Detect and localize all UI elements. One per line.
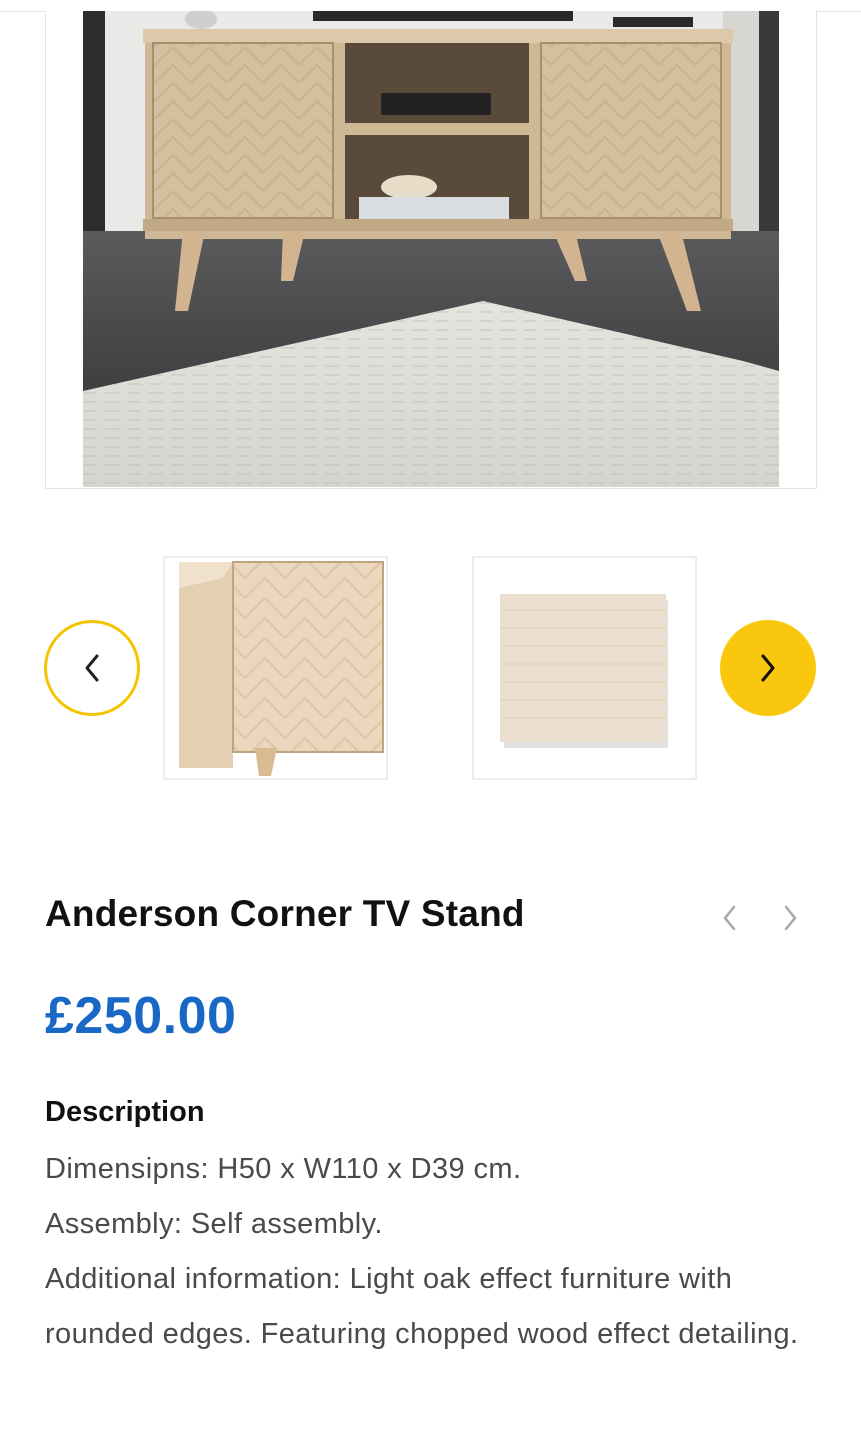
main-product-image[interactable] — [45, 11, 817, 489]
chevron-left-icon — [85, 654, 99, 682]
description-additional-info: Additional information: Light oak effect… — [45, 1263, 799, 1350]
product-title: Anderson Corner TV Stand — [45, 893, 525, 934]
chevron-right-icon — [761, 654, 775, 682]
product-price: £250.00 — [45, 987, 237, 1045]
cabinet-door-image — [165, 558, 386, 778]
description-dimensions: Dimensipns: H50 x W110 x D39 cm. — [45, 1153, 522, 1185]
description-assembly: Assembly: Self assembly. — [45, 1208, 383, 1240]
carousel-next-button[interactable] — [720, 620, 816, 716]
thumbnail-1[interactable] — [163, 556, 388, 780]
chevron-right-icon — [784, 905, 797, 931]
description-body: Dimensipns: H50 x W110 x D39 cm. Assembl… — [45, 1142, 835, 1362]
chevron-left-icon — [723, 905, 736, 931]
tv-stand-photo — [83, 11, 779, 487]
carousel-prev-button[interactable] — [44, 620, 140, 716]
next-product-button[interactable] — [770, 896, 810, 940]
wood-swatch-image — [474, 558, 695, 778]
prev-product-button[interactable] — [710, 896, 750, 940]
description-heading: Description — [45, 1096, 205, 1128]
thumbnail-2[interactable] — [472, 556, 697, 780]
